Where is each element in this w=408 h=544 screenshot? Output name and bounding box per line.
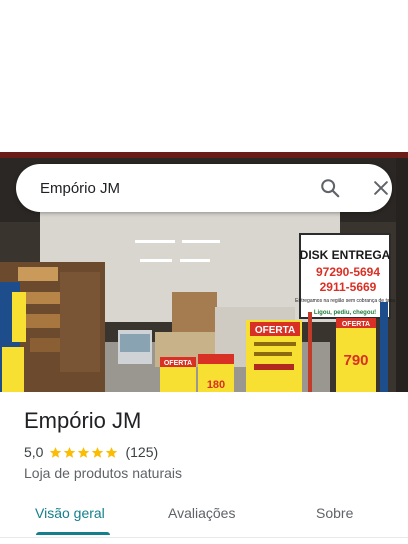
- delivery-sign-slogan: Ligou, pediu, chegou!: [314, 310, 376, 316]
- rating-value: 5,0: [24, 444, 44, 460]
- star-icon: [50, 446, 62, 458]
- oferta-sign-right: OFERTA: [342, 321, 370, 328]
- star-icon: [92, 446, 104, 458]
- search-icon[interactable]: [318, 176, 342, 200]
- delivery-sign-title: DISK ENTREGA: [300, 248, 391, 262]
- star-icon: [64, 446, 76, 458]
- price-sign-2: 180: [207, 379, 225, 391]
- star-rating: [49, 446, 119, 459]
- star-icon: [106, 446, 118, 458]
- place-category: Loja de produtos naturais: [24, 465, 182, 481]
- search-bar[interactable]: Empório JM: [16, 164, 392, 212]
- tab-reviews-label: Avaliações: [168, 505, 236, 521]
- oferta-sign-label: OFERTA: [164, 360, 192, 367]
- tab-about-label: Sobre: [316, 505, 354, 521]
- delivery-sign-phone-1: 97290-5694: [316, 265, 380, 279]
- rating-row[interactable]: 5,0 (125): [24, 444, 158, 460]
- tab-divider: [0, 537, 408, 538]
- review-count[interactable]: (125): [125, 444, 158, 460]
- price-sign-main: 790: [343, 352, 368, 369]
- active-tab-indicator: [36, 532, 110, 535]
- oferta-sign-main: OFERTA: [255, 325, 295, 336]
- star-icon: [78, 446, 90, 458]
- close-icon[interactable]: [369, 176, 393, 200]
- tab-overview-label: Visão geral: [35, 505, 105, 521]
- place-panel: OFERTA 180 OFERTA DISK ENTREGA 97290-569…: [0, 0, 408, 544]
- place-title: Empório JM: [24, 408, 142, 433]
- delivery-sign-phone-2: 2911-5669: [320, 280, 377, 294]
